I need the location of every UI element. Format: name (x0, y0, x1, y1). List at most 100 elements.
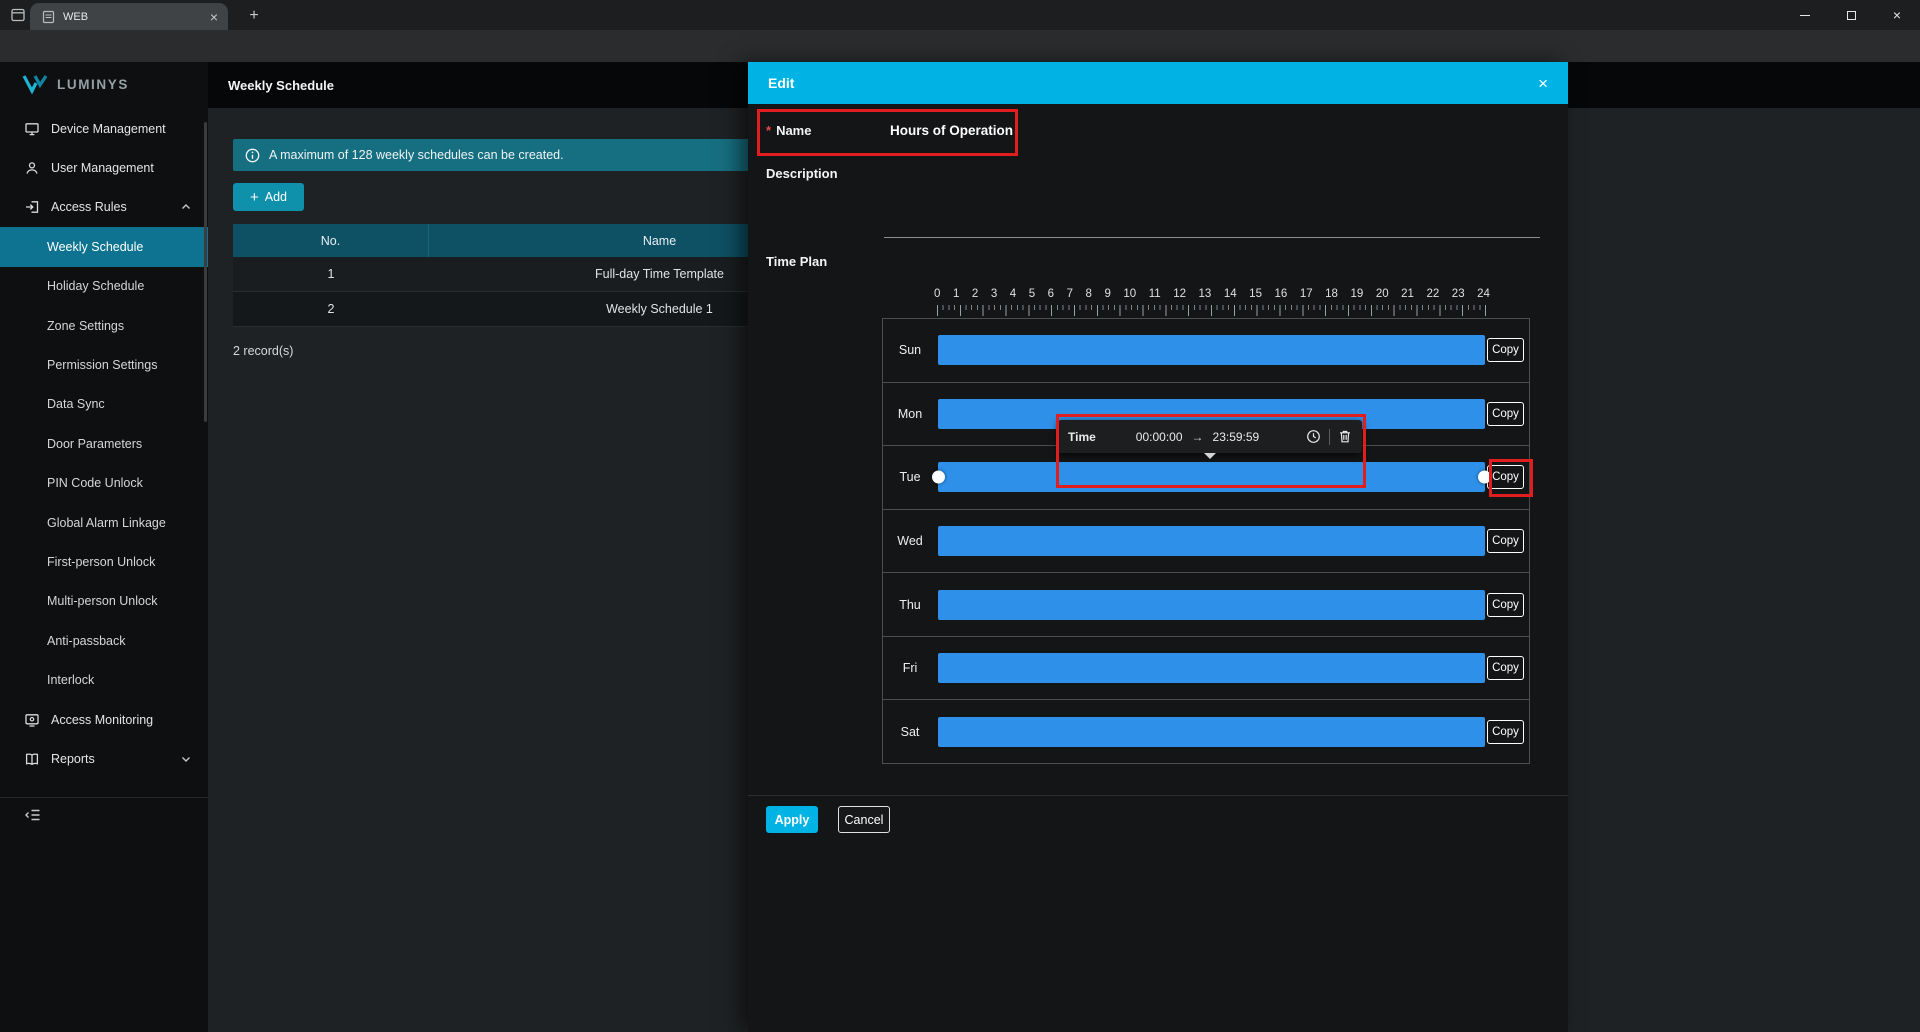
sidebar-item-access-rules[interactable]: Access Rules (0, 188, 208, 227)
sidebar-scrollbar[interactable] (204, 122, 207, 422)
sidebar-subitem[interactable]: Permission Settings (0, 345, 208, 384)
new-tab-button[interactable]: + (243, 5, 265, 27)
sidebar-subitem[interactable]: Anti-passback (0, 621, 208, 660)
clock-icon[interactable] (1306, 429, 1321, 444)
sidebar-subitem[interactable]: First-person Unlock (0, 542, 208, 581)
hour-label: 19 (1350, 288, 1363, 300)
hour-label: 12 (1173, 288, 1186, 300)
chevron-down-icon (180, 753, 192, 765)
sidebar-subitem[interactable]: Interlock (0, 660, 208, 699)
window-minimize-button[interactable] (1782, 0, 1828, 30)
hour-label: 24 (1477, 288, 1490, 300)
time-bar[interactable] (938, 462, 1485, 492)
window-icon (10, 7, 26, 23)
hour-label: 3 (991, 288, 997, 300)
app-logo: LUMINYS (22, 74, 129, 94)
hour-label: 17 (1300, 288, 1313, 300)
copy-button[interactable]: Copy (1487, 529, 1524, 553)
copy-button[interactable]: Copy (1487, 656, 1524, 680)
day-label: Sun (883, 343, 937, 357)
tab-close-icon[interactable]: × (210, 10, 218, 24)
start-time-value[interactable]: 00:00:00 (1136, 430, 1183, 444)
name-label: *Name (766, 123, 811, 138)
end-time-value[interactable]: 23:59:59 (1213, 430, 1260, 444)
sidebar-item-device-management[interactable]: Device Management (0, 109, 208, 148)
hour-label: 16 (1275, 288, 1288, 300)
time-plan-label: Time Plan (766, 254, 827, 269)
hour-label: 18 (1325, 288, 1338, 300)
time-bar[interactable] (938, 653, 1485, 683)
day-label: Tue (883, 470, 937, 484)
time-plan-day-row: Sun Copy (883, 319, 1529, 382)
time-plan-grid: Sun Copy Mon Copy (882, 318, 1530, 764)
window-close-button[interactable]: × (1874, 0, 1920, 30)
hour-label: 15 (1249, 288, 1262, 300)
edit-drawer: Edit × *Name Hours of Operation Descript… (748, 62, 1568, 1032)
sidebar-subitem[interactable]: Holiday Schedule (0, 267, 208, 306)
hour-label: 7 (1067, 288, 1073, 300)
sidebar-subitem[interactable]: Global Alarm Linkage (0, 503, 208, 542)
hour-label: 21 (1401, 288, 1414, 300)
sidebar-subitem[interactable]: Multi-person Unlock (0, 582, 208, 621)
sidebar-subitem[interactable]: Data Sync (0, 385, 208, 424)
banner-text: A maximum of 128 weekly schedules can be… (269, 148, 564, 162)
user-icon (24, 160, 40, 176)
apply-button[interactable]: Apply (766, 806, 818, 833)
time-bar[interactable] (938, 590, 1485, 620)
drawer-header: Edit × (748, 62, 1568, 104)
sidebar-nav: Device Management User Management Access… (0, 109, 208, 779)
sidebar-subitem[interactable]: Weekly Schedule (0, 227, 208, 266)
name-input[interactable]: Hours of Operation (890, 123, 1013, 138)
sidebar-subitem[interactable]: Door Parameters (0, 424, 208, 463)
time-range-tooltip: Time 00:00:00 → 23:59:59 (1058, 420, 1362, 453)
day-label: Fri (883, 661, 937, 675)
hour-label: 8 (1086, 288, 1092, 300)
close-icon[interactable]: × (1538, 75, 1548, 92)
description-label: Description (766, 166, 838, 181)
delete-segment-icon[interactable] (1338, 429, 1352, 444)
timeline-ruler (937, 305, 1486, 316)
sidebar-item-access-monitoring[interactable]: Access Monitoring (0, 700, 208, 739)
add-button[interactable]: + Add (233, 183, 304, 211)
copy-button[interactable]: Copy (1487, 465, 1524, 489)
description-input[interactable] (884, 166, 1540, 238)
time-bar-right-handle[interactable] (1478, 471, 1491, 484)
time-bar[interactable] (938, 526, 1485, 556)
drawer-title: Edit (768, 75, 1538, 91)
access-rules-submenu: Weekly Schedule Holiday Schedule Zone Se… (0, 227, 208, 700)
sidebar-item-user-management[interactable]: User Management (0, 148, 208, 187)
time-bar[interactable] (938, 717, 1485, 747)
sidebar-subitem[interactable]: Zone Settings (0, 306, 208, 345)
page-title: Weekly Schedule (228, 78, 334, 93)
copy-button[interactable]: Copy (1487, 593, 1524, 617)
browser-tab-strip: WEB × + × (0, 0, 1920, 30)
collapse-sidebar-icon[interactable] (24, 806, 42, 824)
hour-label: 2 (972, 288, 978, 300)
record-count: 2 record(s) (233, 344, 293, 358)
timeline-hour-labels: 0123456789101112131415161718192021222324 (934, 288, 1490, 300)
hour-label: 6 (1048, 288, 1054, 300)
hour-label: 22 (1426, 288, 1439, 300)
time-bar-left-handle[interactable] (932, 471, 945, 484)
hour-label: 0 (934, 288, 940, 300)
required-mark: * (766, 123, 771, 138)
hour-label: 14 (1224, 288, 1237, 300)
sidebar-item-reports[interactable]: Reports (0, 739, 208, 778)
sidebar-subitem[interactable]: PIN Code Unlock (0, 464, 208, 503)
chevron-up-icon (180, 201, 192, 213)
time-bar[interactable] (938, 335, 1485, 365)
copy-button[interactable]: Copy (1487, 338, 1524, 362)
cancel-button[interactable]: Cancel (838, 806, 890, 833)
tooltip-divider (1329, 429, 1330, 445)
time-plan-day-row: Sat Copy (883, 699, 1529, 763)
day-label: Sat (883, 725, 937, 739)
time-plan-day-row: Wed Copy (883, 509, 1529, 573)
copy-button[interactable]: Copy (1487, 720, 1524, 744)
copy-button[interactable]: Copy (1487, 402, 1524, 426)
info-icon (245, 148, 260, 163)
arrow-right-icon: → (1192, 430, 1204, 444)
window-maximize-button[interactable] (1828, 0, 1874, 30)
monitoring-icon (24, 712, 40, 728)
browser-tab[interactable]: WEB × (30, 3, 228, 30)
day-label: Thu (883, 598, 937, 612)
